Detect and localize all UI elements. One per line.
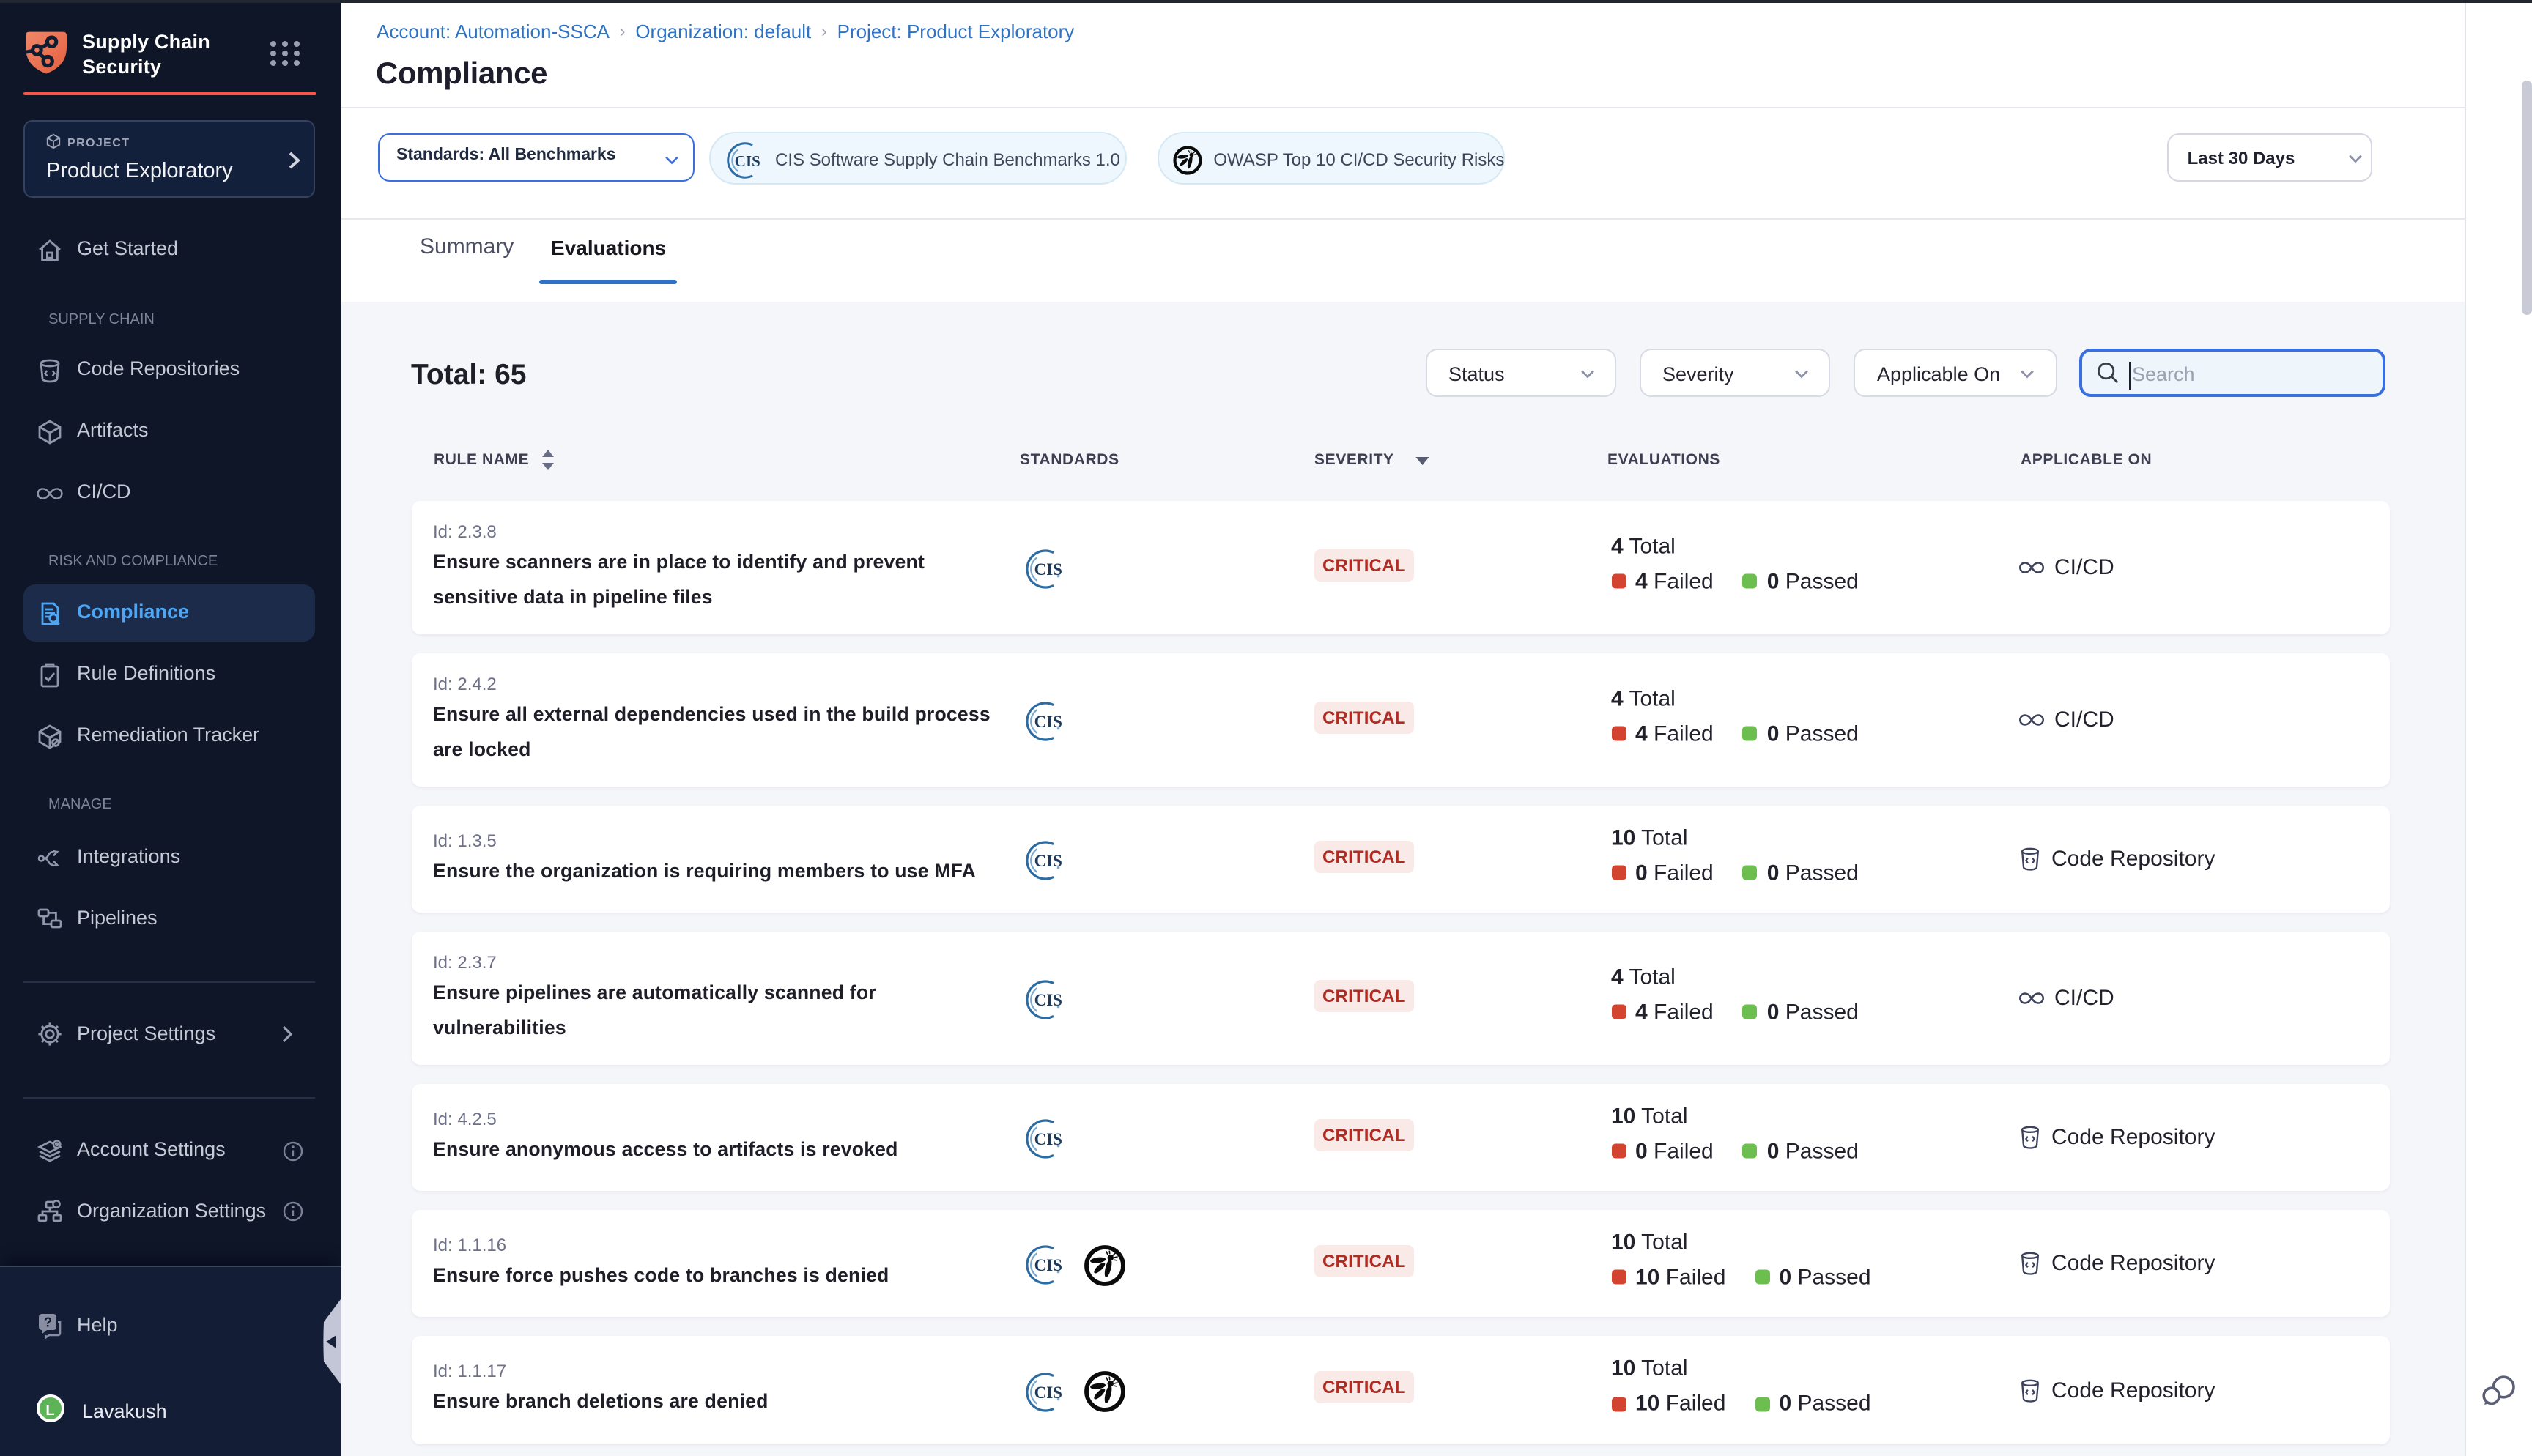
svg-text:?: ? [44,1315,52,1330]
svg-text:CIS: CIS [735,152,760,169]
